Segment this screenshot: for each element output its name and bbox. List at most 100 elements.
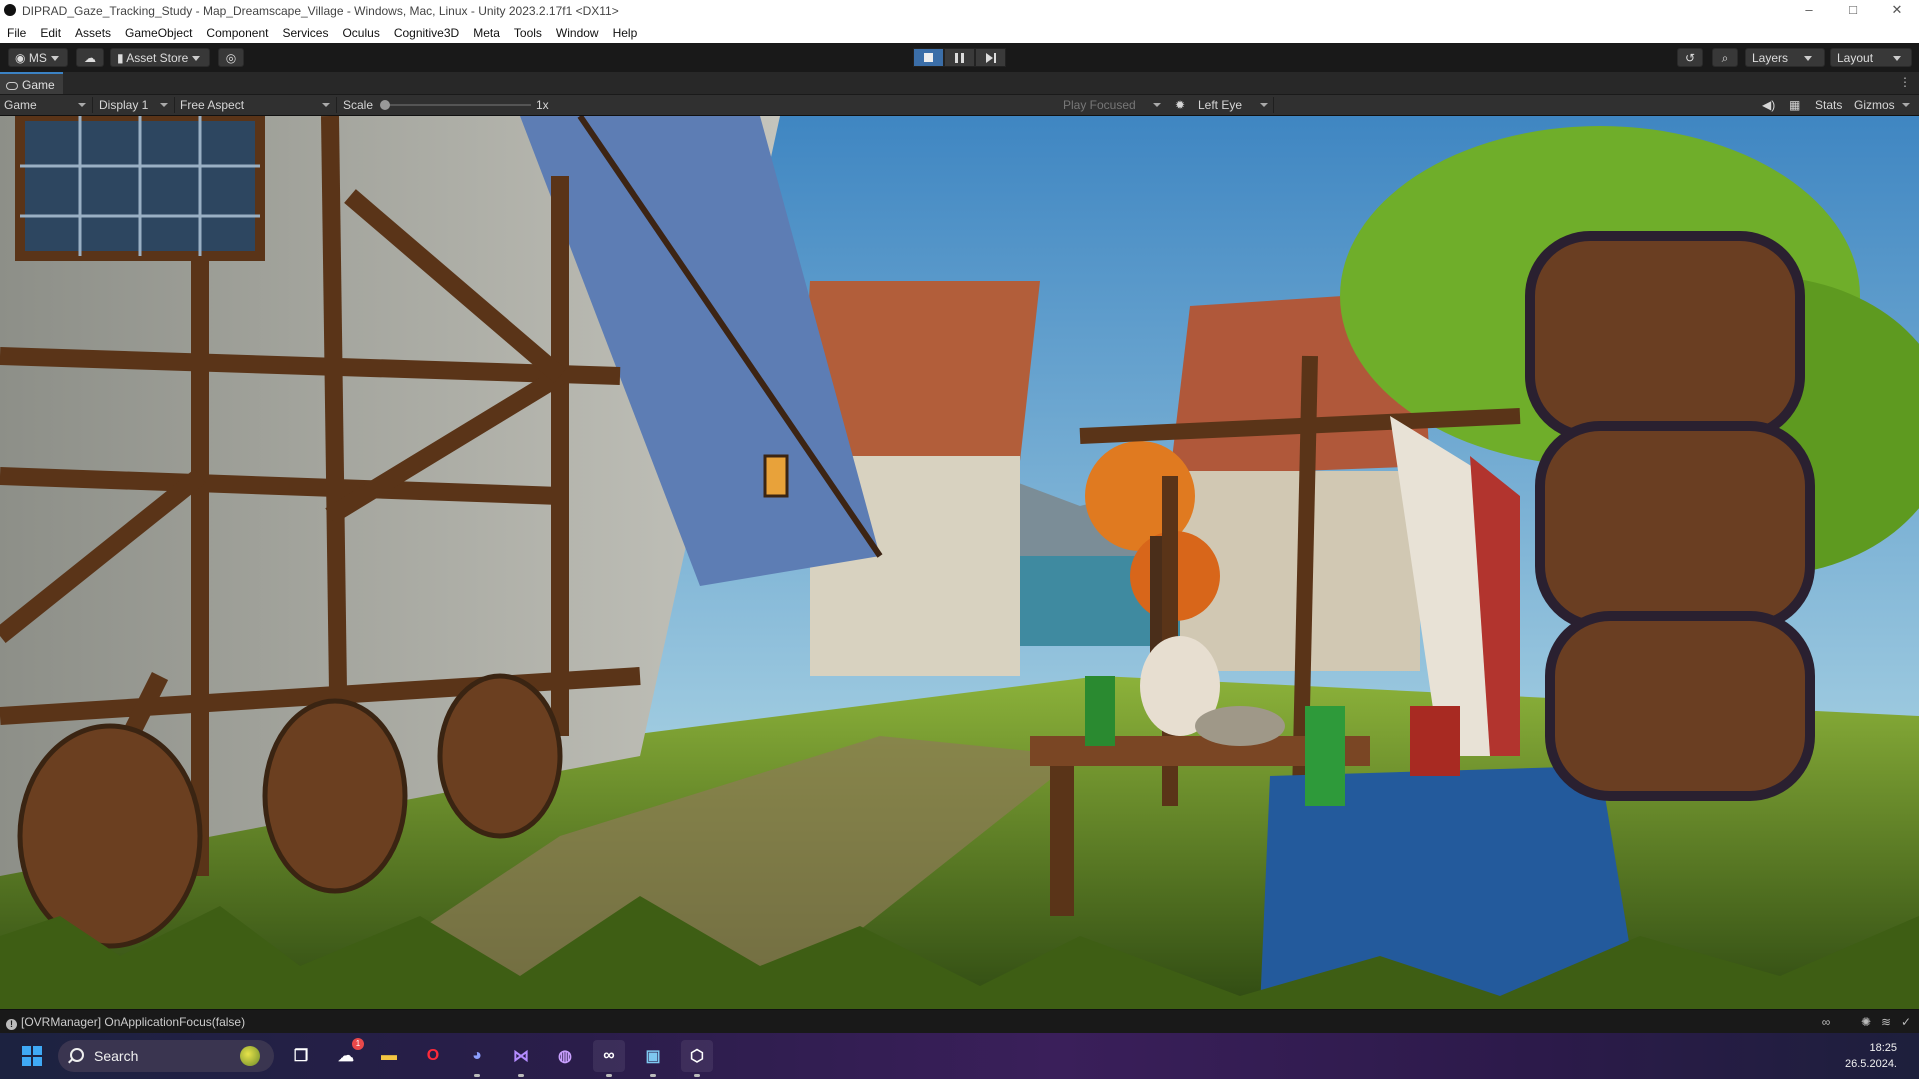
- file-explorer-icon[interactable]: ▬: [373, 1040, 405, 1072]
- pause-icon: [955, 52, 964, 63]
- search-icon: [70, 1048, 84, 1062]
- cloud-sync-icon[interactable]: ∞: [1819, 1015, 1833, 1029]
- menu-file[interactable]: File: [0, 26, 33, 40]
- chevron-down-icon: [1153, 103, 1161, 107]
- grid-icon[interactable]: ▦: [1789, 95, 1805, 115]
- display-dropdown[interactable]: Display 1: [99, 95, 172, 115]
- search-button[interactable]: ⌕: [1712, 48, 1738, 67]
- eye-value: Left Eye: [1198, 98, 1243, 112]
- minimize-button[interactable]: –: [1787, 0, 1831, 22]
- bug-icon[interactable]: ✹: [1175, 95, 1191, 115]
- taskbar-search[interactable]: Search: [58, 1040, 274, 1072]
- layout-label: Layout: [1837, 51, 1874, 65]
- pause-button[interactable]: [944, 48, 975, 67]
- visual-studio-icon[interactable]: ⋈: [505, 1040, 537, 1077]
- console-message[interactable]: ! [OVRManager] OnApplicationFocus(false): [6, 1015, 245, 1030]
- windows-taskbar: Search ❐ ☁ 1 ▬ O ◕ ⋈ ◍ ∞ ▣ ⬡ 18:25 26.5.2…: [0, 1033, 1919, 1079]
- play-button[interactable]: [913, 48, 944, 67]
- tab-game-label: Game: [22, 78, 55, 92]
- notification-badge: 1: [352, 1038, 364, 1050]
- step-button[interactable]: [975, 48, 1006, 67]
- scale-slider-track[interactable]: [381, 104, 531, 106]
- stats-button[interactable]: Stats: [1815, 95, 1842, 115]
- chevron-down-icon: [192, 56, 201, 62]
- menu-services[interactable]: Services: [275, 26, 335, 40]
- history-button[interactable]: ↺: [1677, 48, 1703, 67]
- console-message-text: [OVRManager] OnApplicationFocus(false): [21, 1015, 246, 1029]
- version-control-icon: ◎: [225, 51, 237, 65]
- step-icon: [985, 52, 996, 63]
- close-button[interactable]: ✕: [1875, 0, 1919, 22]
- more-options-icon[interactable]: ⋮: [1899, 75, 1911, 89]
- menu-help[interactable]: Help: [606, 26, 645, 40]
- unity-logo-icon: [4, 4, 16, 16]
- account-icon: ◉: [15, 51, 26, 65]
- scale-value: 1x: [536, 98, 549, 112]
- cloud-icon: ☁: [84, 51, 96, 65]
- status-bar: ! [OVRManager] OnApplicationFocus(false) …: [0, 1009, 1919, 1034]
- version-control-button[interactable]: ◎: [218, 48, 244, 67]
- layers-dropdown[interactable]: Layers: [1745, 48, 1825, 67]
- lighting-icon[interactable]: ✺: [1859, 1015, 1873, 1029]
- windows-start-icon[interactable]: [22, 1046, 42, 1066]
- history-icon: ↺: [1684, 51, 1696, 65]
- search-icon: ⌕: [1721, 51, 1729, 65]
- discord-icon[interactable]: ◕: [461, 1040, 493, 1077]
- eye-dropdown[interactable]: Left Eye: [1198, 95, 1272, 115]
- layout-dropdown[interactable]: Layout: [1830, 48, 1912, 67]
- asset-store-label: Asset Store: [126, 51, 189, 65]
- system-clock[interactable]: 18:25 26.5.2024.: [1845, 1040, 1897, 1072]
- account-dropdown[interactable]: ◉ MS: [8, 48, 68, 67]
- image-viewer-icon[interactable]: ▣: [637, 1040, 669, 1077]
- layers-stack-icon[interactable]: ≋: [1879, 1015, 1893, 1029]
- unity-hub-icon[interactable]: ⬡: [681, 1040, 713, 1077]
- display-value: Display 1: [99, 98, 149, 112]
- search-highlight-icon: [240, 1046, 260, 1066]
- cloud-button[interactable]: ☁: [76, 48, 104, 67]
- game-view-controls: Game Display 1 Free Aspect Scale 1x Play…: [0, 95, 1919, 116]
- opera-browser-icon[interactable]: O: [417, 1040, 449, 1072]
- play-focused-dropdown[interactable]: Play Focused: [1063, 95, 1165, 115]
- menu-component[interactable]: Component: [199, 26, 275, 40]
- meta-quest-link-icon[interactable]: ∞: [593, 1040, 625, 1077]
- maximize-button[interactable]: □: [1831, 0, 1875, 22]
- menu-cognitive3d[interactable]: Cognitive3D: [387, 26, 466, 40]
- audio-icon[interactable]: ◀): [1762, 95, 1778, 115]
- menu-oculus[interactable]: Oculus: [335, 26, 386, 40]
- chevron-down-icon: [322, 103, 330, 107]
- menu-tools[interactable]: Tools: [507, 26, 549, 40]
- chevron-down-icon: [50, 56, 59, 62]
- info-icon: !: [6, 1019, 17, 1030]
- weather-app-icon[interactable]: ☁ 1: [330, 1038, 364, 1072]
- view-mode-value: Game: [4, 98, 37, 112]
- chevron-down-icon: [1902, 103, 1910, 107]
- game-viewport[interactable]: [0, 116, 1919, 1009]
- menu-meta[interactable]: Meta: [466, 26, 507, 40]
- chevron-down-icon: [160, 103, 168, 107]
- village-scene-image: [0, 116, 1919, 1009]
- window-title: DIPRAD_Gaze_Tracking_Study - Map_Dreamsc…: [22, 4, 619, 18]
- gizmos-label: Gizmos: [1854, 98, 1895, 112]
- aspect-dropdown[interactable]: Free Aspect: [180, 95, 334, 115]
- chevron-down-icon: [1804, 56, 1813, 62]
- shopping-bag-icon: ▮: [117, 51, 124, 65]
- menu-assets[interactable]: Assets: [68, 26, 118, 40]
- asset-store-dropdown[interactable]: ▮ Asset Store: [110, 48, 210, 67]
- clock-time: 18:25: [1869, 1042, 1897, 1054]
- chevron-down-icon: [1893, 56, 1902, 62]
- chevron-down-icon: [78, 103, 86, 107]
- main-toolbar: ◉ MS ☁ ▮ Asset Store ◎ ↺ ⌕ Layers Layout: [0, 43, 1919, 73]
- scale-slider-handle[interactable]: [380, 100, 390, 110]
- check-circle-icon[interactable]: ✓: [1899, 1015, 1913, 1029]
- stop-icon: [924, 53, 933, 62]
- menu-gameobject[interactable]: GameObject: [118, 26, 199, 40]
- gizmos-dropdown[interactable]: Gizmos: [1854, 95, 1914, 115]
- gamepad-icon: [6, 81, 18, 90]
- github-desktop-icon[interactable]: ◍: [549, 1040, 581, 1072]
- clock-date: 26.5.2024.: [1845, 1058, 1897, 1070]
- view-mode-dropdown[interactable]: Game: [4, 95, 90, 115]
- menu-window[interactable]: Window: [549, 26, 606, 40]
- tab-game[interactable]: Game: [0, 72, 63, 94]
- task-view-icon[interactable]: ❐: [285, 1040, 317, 1072]
- menu-edit[interactable]: Edit: [33, 26, 68, 40]
